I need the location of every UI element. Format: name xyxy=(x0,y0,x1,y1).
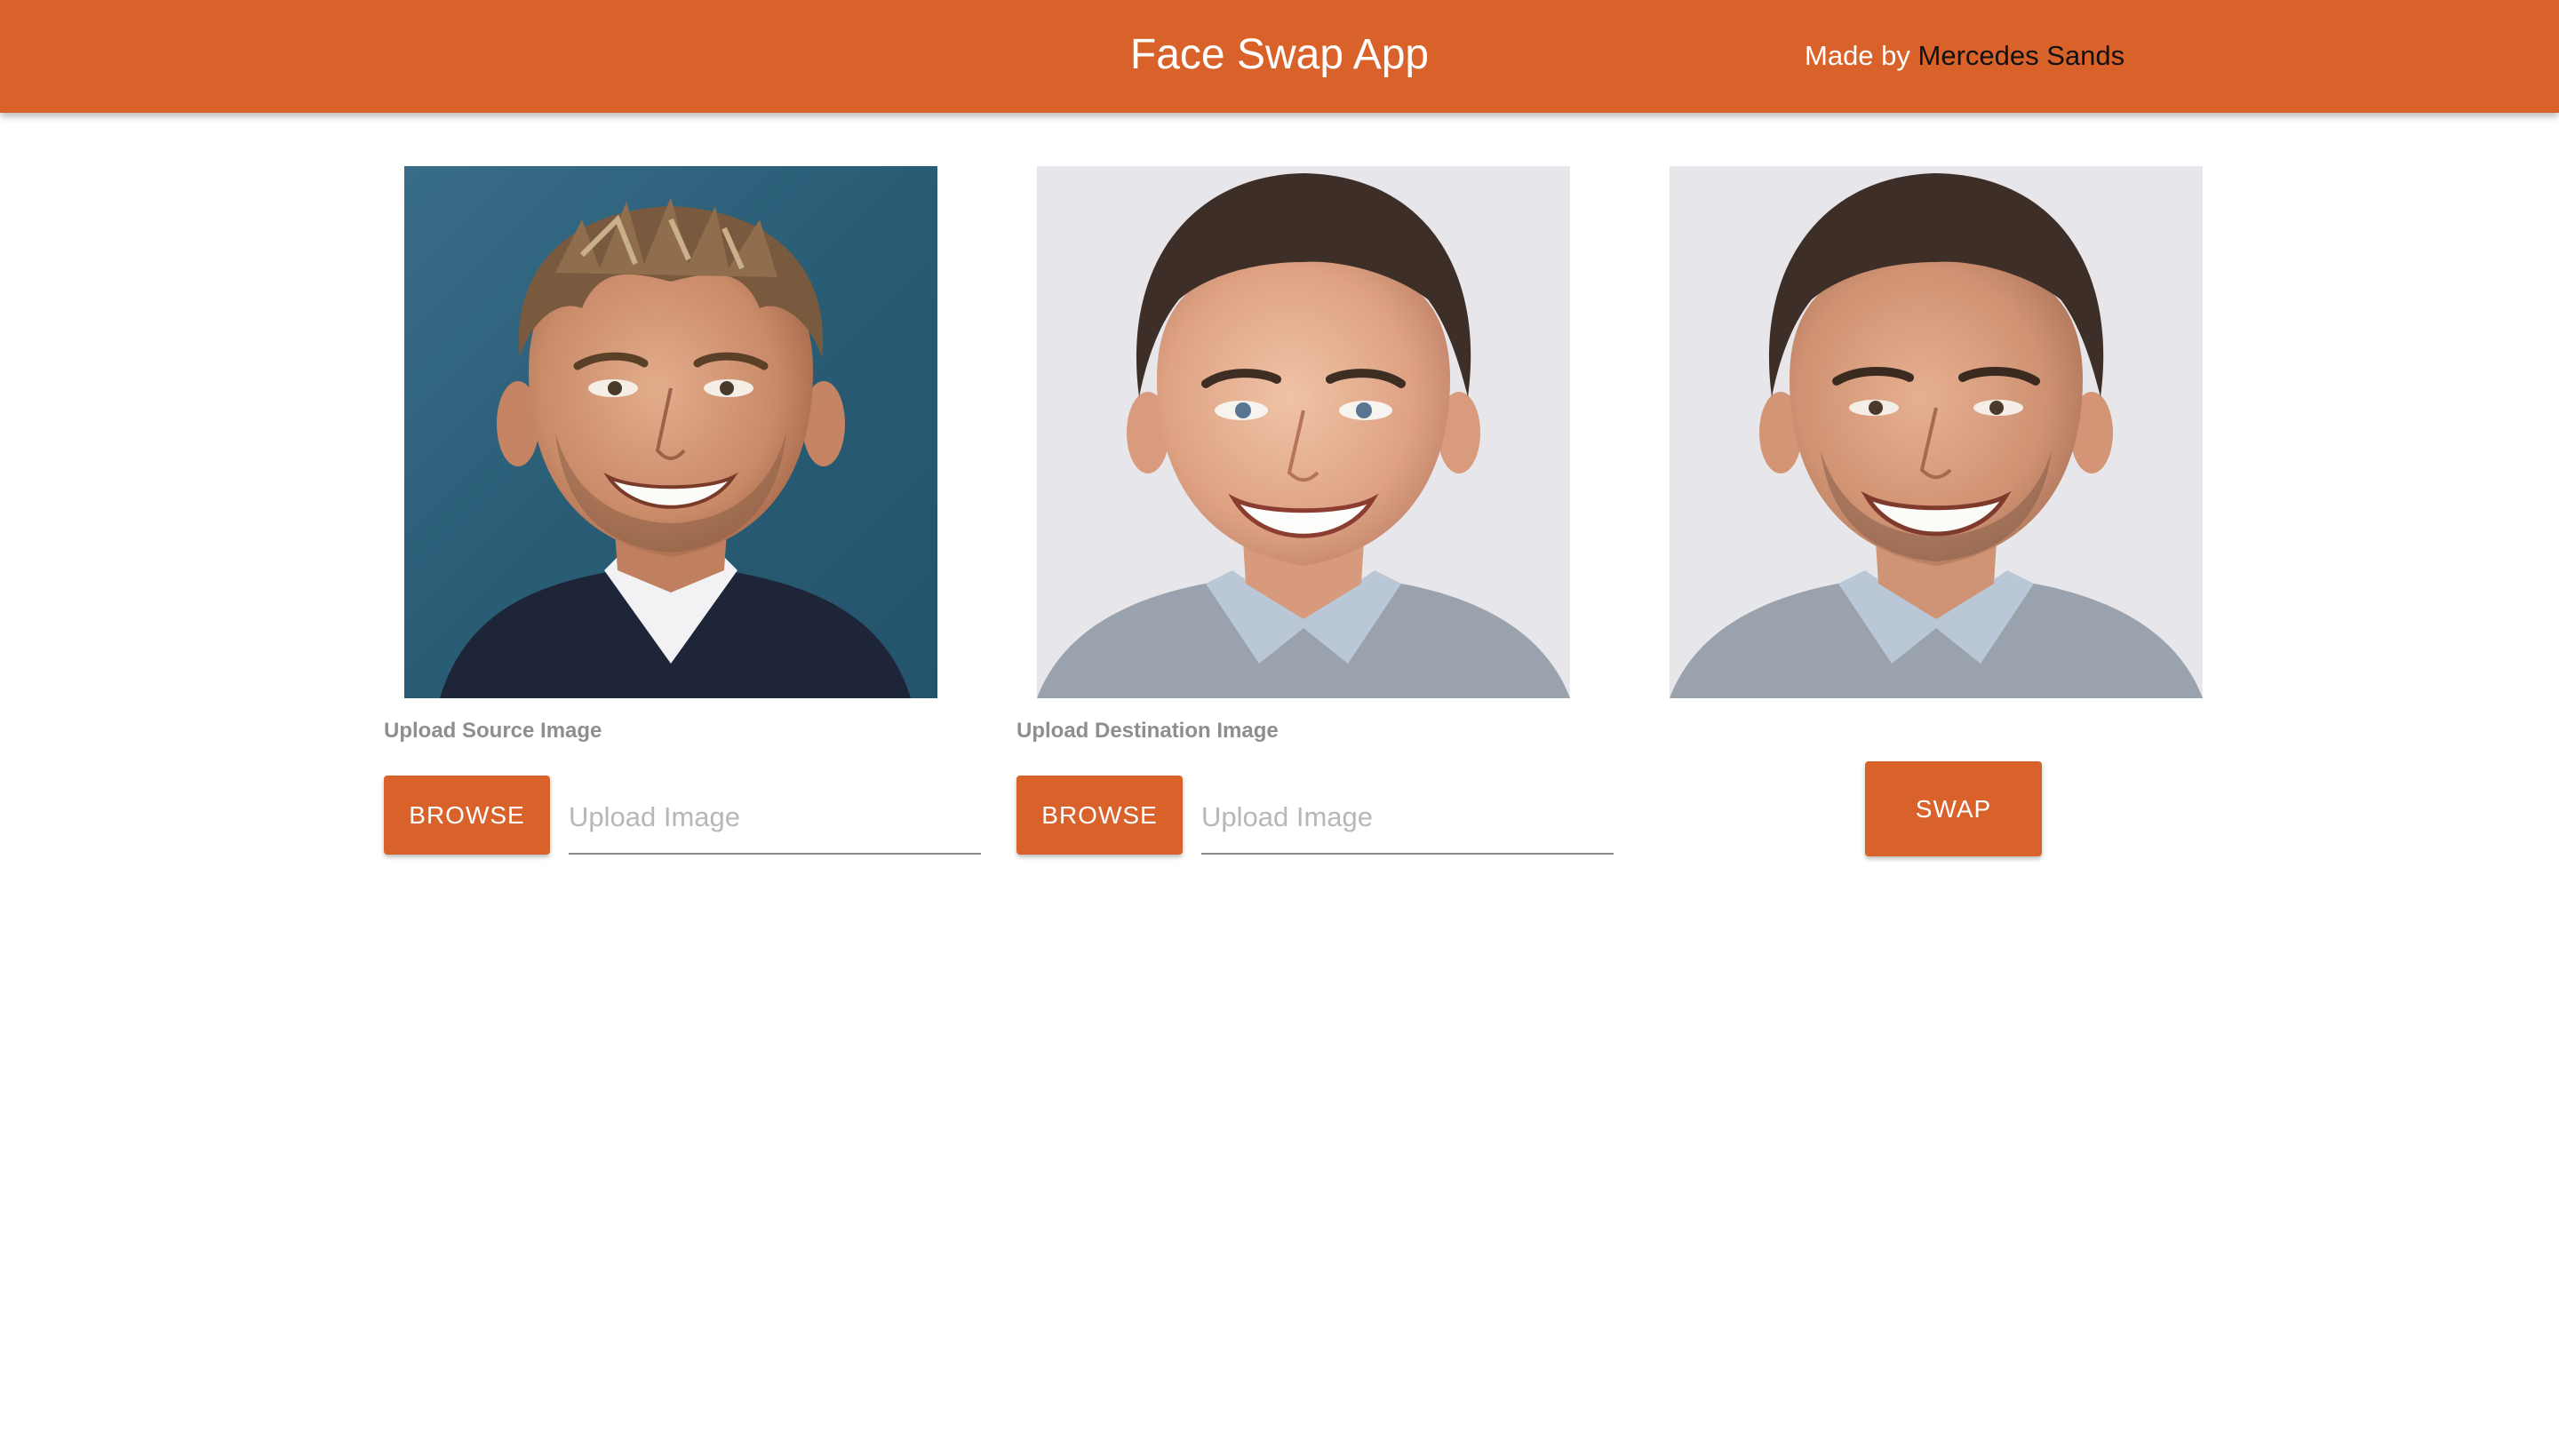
destination-file-input[interactable] xyxy=(1201,782,1614,855)
browse-source-button[interactable]: BROWSE xyxy=(384,776,550,855)
credit-text: Made by Mercedes Sands xyxy=(1805,37,2125,75)
destination-image xyxy=(1037,166,1570,698)
credit-prefix: Made by xyxy=(1805,40,1910,71)
source-file-input[interactable] xyxy=(569,782,981,855)
credit-author: Mercedes Sands xyxy=(1917,40,2125,71)
source-image xyxy=(404,166,937,698)
app-title: Face Swap App xyxy=(1129,31,1430,78)
result-image xyxy=(1670,166,2203,698)
browse-destination-button[interactable]: BROWSE xyxy=(1016,776,1183,855)
upload-source-label: Upload Source Image xyxy=(384,719,602,743)
app-bar: Face Swap App Made by Mercedes Sands xyxy=(0,0,2559,113)
upload-destination-label: Upload Destination Image xyxy=(1016,719,1279,743)
swap-button[interactable]: SWAP xyxy=(1865,761,2042,856)
